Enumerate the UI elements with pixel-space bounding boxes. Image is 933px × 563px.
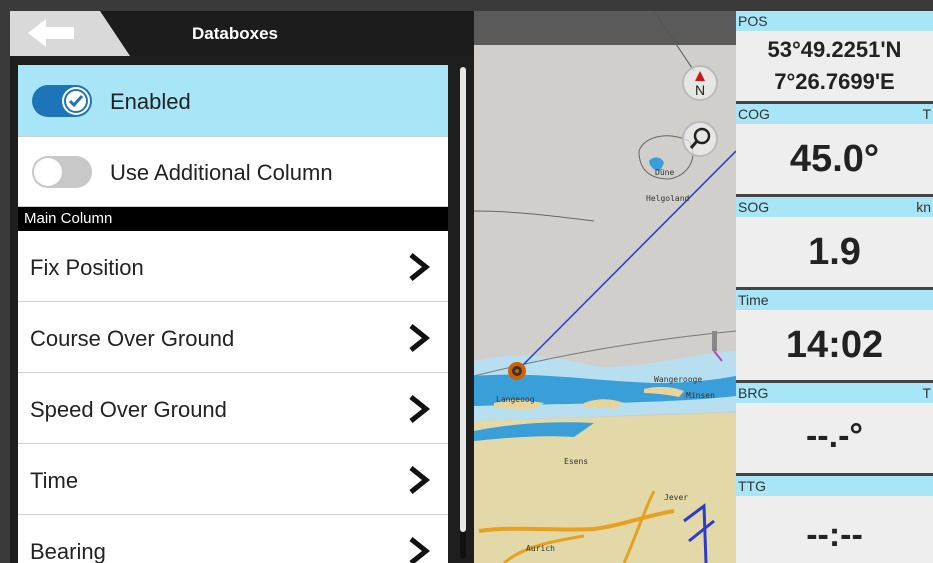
databox-sog[interactable]: SOG kn 1.9 [736,197,933,290]
databox-brg[interactable]: BRG T --.-° [736,383,933,476]
chart-map[interactable]: Düne Helgoland Langeoog Wangerooge Minse… [474,11,736,563]
list-item-fix-position[interactable]: Fix Position [18,231,448,302]
chevron-right-icon [409,324,430,352]
list-item-time[interactable]: Time [18,444,448,515]
databox-name: BRG [738,385,769,401]
databox-unit: kn [916,199,931,215]
databox-unit: T [922,385,931,401]
toggle-knob [62,87,90,115]
databox-name: COG [738,106,770,122]
list-item-label: Bearing [30,539,106,563]
enabled-label: Enabled [110,89,191,114]
chevron-right-icon [409,537,430,563]
checkmark-icon [64,89,88,113]
settings-list: Enabled Use Additional Column Main Colum… [18,65,448,563]
chevron-right-icon [409,253,430,281]
chevron-right-icon [409,395,430,423]
enabled-toggle[interactable] [32,85,92,117]
databox-name: POS [738,13,768,29]
map-label-helgoland: Helgoland [646,194,690,203]
compass-north-icon: N [695,71,705,98]
databox-pos[interactable]: POS 53°49.2251'N 7°26.7699'E [736,11,933,104]
header-bar: Databoxes [10,11,474,56]
map-label-aurich: Aurich [526,544,555,553]
databox-value: 14:02 [785,324,884,366]
arrow-left-icon[interactable] [10,11,130,56]
databox-name: TTG [738,478,766,494]
databox-value-lat: 53°49.2251'N [767,37,902,62]
search-button[interactable] [682,121,718,157]
scrollbar[interactable] [458,65,468,561]
additional-column-row[interactable]: Use Additional Column [18,137,448,207]
page-title: Databoxes [192,24,278,43]
databox-ttg[interactable]: TTG --:-- [736,476,933,563]
additional-column-toggle[interactable] [32,156,92,188]
back-button[interactable] [10,11,130,56]
databox-value: --:-- [806,516,863,554]
databox-column: POS 53°49.2251'N 7°26.7699'E COG T 45.0°… [736,11,933,563]
list-item-label: Fix Position [30,255,144,280]
databox-name: Time [738,292,769,308]
map-label-langeoog: Langeoog [496,395,535,404]
map-label-jever: Jever [664,493,689,502]
map-label-esens: Esens [564,457,589,466]
section-header: Main Column [18,207,448,231]
map-label-wangerooge: Wangerooge [654,375,703,384]
map-label-duene: Düne [655,168,675,177]
settings-panel: Databoxes Enabled Use Additional Column … [10,11,474,563]
toggle-knob [34,158,62,186]
databox-value: 1.9 [808,231,861,273]
north-label: N [695,82,705,98]
databox-name: SOG [738,199,770,215]
databox-value-lon: 7°26.7699'E [774,69,895,94]
map-label-minsen: Minsen [686,391,715,400]
databox-value: --.-° [805,417,863,455]
chevron-right-icon [409,466,430,494]
databox-cog[interactable]: COG T 45.0° [736,104,933,197]
databox-unit: T [922,106,931,122]
list-item-label: Speed Over Ground [30,397,227,422]
list-item-label: Time [30,468,79,493]
compass-button[interactable]: N [682,65,718,101]
databox-value: 45.0° [789,138,880,180]
additional-column-label: Use Additional Column [110,160,333,185]
enabled-row[interactable]: Enabled [18,65,448,137]
list-item-speed-over-ground[interactable]: Speed Over Ground [18,373,448,444]
databox-time[interactable]: Time 14:02 [736,290,933,383]
list-item-course-over-ground[interactable]: Course Over Ground [18,302,448,373]
scroll-thumb[interactable] [460,67,466,532]
list-item-label: Course Over Ground [30,326,235,351]
list-item-bearing[interactable]: Bearing [18,515,448,563]
magnifier-icon [689,127,711,149]
